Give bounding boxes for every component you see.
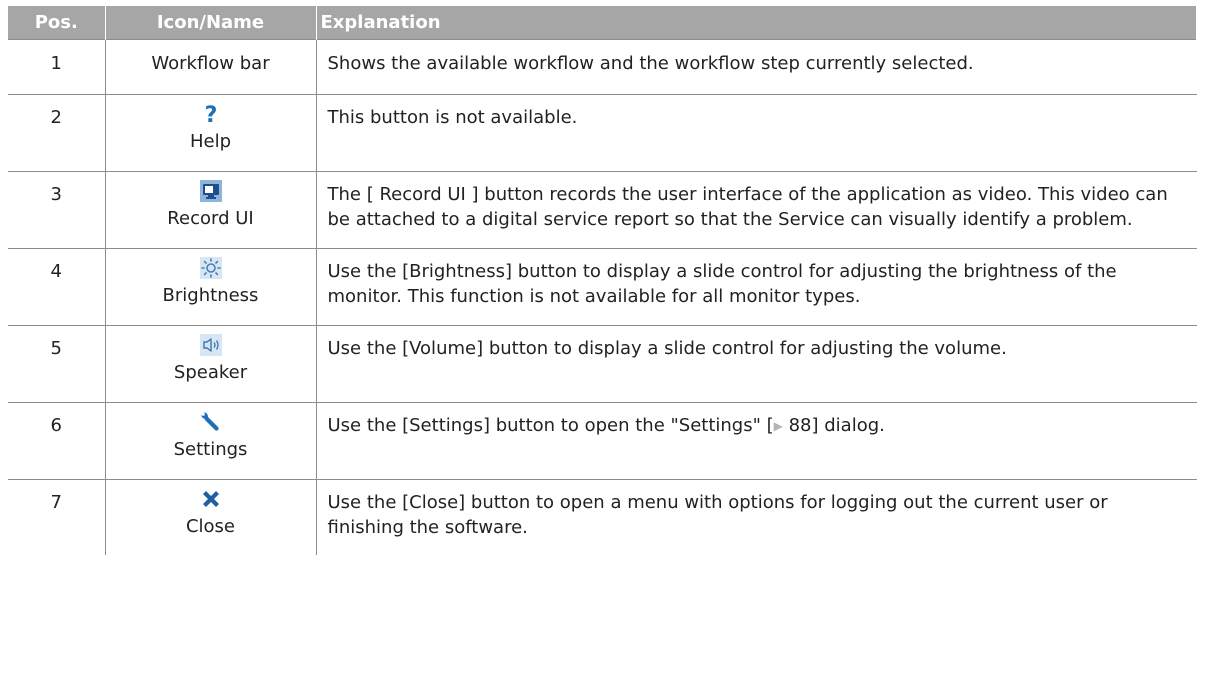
row-explanation: Shows the available workflow and the wor… (315, 39, 1197, 95)
row-icon-name: Settings (104, 402, 317, 480)
cross-ref-arrow: ▶ (773, 419, 783, 433)
row-icon-name: Speaker (104, 325, 317, 403)
close-x-icon (202, 491, 219, 507)
help-icon: ? (201, 103, 220, 125)
table-row: 4 Brightness Use the [Brightness] button… (8, 248, 1197, 326)
speaker-icon (199, 334, 222, 356)
row-icon-name: Brightness (104, 248, 317, 326)
row-name: Record UI (167, 208, 254, 229)
row-pos: 6 (8, 402, 106, 480)
explanation-text: ] dialog. (811, 415, 885, 436)
row-name: Speaker (173, 362, 248, 383)
row-pos: 2 (8, 94, 106, 172)
svg-text:?: ? (204, 103, 217, 125)
header-icon-name: Icon/Name (104, 6, 317, 40)
row-explanation: Use the [Volume] button to display a sli… (315, 325, 1197, 403)
cross-ref-page-link[interactable]: 88 (783, 415, 812, 436)
explanation-text: Use the [Settings] button to open the "S… (327, 415, 774, 436)
table-row: 6 Settings Use the [Settings] button to … (8, 402, 1197, 480)
brightness-icon (199, 257, 222, 279)
header-explanation: Explanation (315, 6, 1197, 40)
row-pos: 7 (8, 479, 106, 555)
row-icon-name: Close (104, 479, 317, 555)
row-name: Help (189, 131, 232, 152)
row-explanation: This button is not available. (315, 94, 1197, 172)
header-pos: Pos. (8, 6, 106, 40)
row-explanation: Use the [Brightness] button to display a… (315, 248, 1197, 326)
row-name: Settings (173, 439, 248, 460)
row-pos: 1 (8, 39, 106, 95)
row-icon-name: Record UI (104, 171, 317, 249)
table-header-row: Pos. Icon/Name Explanation (8, 6, 1197, 40)
row-name: Close (185, 516, 236, 537)
table-row: 3 Record UI The [ Record UI ] button rec… (8, 171, 1197, 249)
table-row: 5 Speaker Use the [Volume] button to dis… (8, 325, 1197, 403)
record-ui-icon (199, 180, 222, 202)
row-pos: 5 (8, 325, 106, 403)
table-row: 1 Workflow bar Shows the available workf… (8, 39, 1197, 95)
row-name: Workflow bar (104, 39, 317, 95)
row-pos: 4 (8, 248, 106, 326)
settings-wrench-icon (201, 412, 219, 431)
row-explanation: Use the [Settings] button to open the "S… (315, 402, 1197, 480)
explanation-table: Pos. Icon/Name Explanation 1 Workflow ba… (8, 6, 1197, 555)
row-explanation: The [ Record UI ] button records the use… (315, 171, 1197, 249)
table-row: 7 Close Use the [Close] button to open a… (8, 479, 1197, 555)
row-pos: 3 (8, 171, 106, 249)
row-explanation: Use the [Close] button to open a menu wi… (315, 479, 1197, 555)
row-icon-name: ? Help (104, 94, 317, 172)
row-name: Brightness (162, 285, 259, 306)
table-row: 2 ? Help This button is not available. (8, 94, 1197, 172)
